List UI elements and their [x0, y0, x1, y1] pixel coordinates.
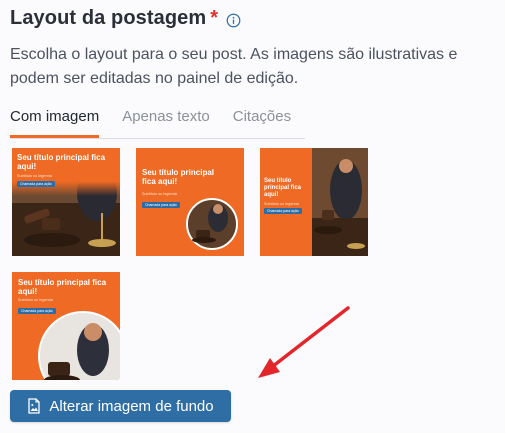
template-subtitle: Subtítulo ou legenda	[18, 298, 53, 302]
info-circle-icon[interactable]	[226, 13, 241, 28]
template-cta: Chamada para ação	[264, 208, 302, 214]
template-subtitle: Subtítulo ou legenda	[142, 192, 177, 196]
tab-apenas-texto[interactable]: Apenas texto	[122, 108, 210, 138]
layout-tabs: Com imagem Apenas texto Citações	[10, 108, 305, 139]
template-subtitle: Subtítulo ou legenda	[17, 174, 52, 178]
template-cta: Chamada para ação	[142, 202, 180, 208]
tab-citacoes[interactable]: Citações	[233, 108, 291, 138]
template-title: Seu título principal fica aqui!	[142, 168, 215, 186]
template-title: Seu título principal fica aqui!	[264, 178, 302, 198]
template-thumbnail-4[interactable]: Seu título principal fica aqui! Subtítul…	[12, 272, 120, 380]
section-description: Escolha o layout para o seu post. As ima…	[10, 46, 458, 87]
template-cta: Chamada para ação	[17, 181, 55, 187]
template-photo-round	[186, 198, 238, 250]
template-title: Seu título principal fica aqui!	[17, 153, 106, 171]
tab-com-imagem[interactable]: Com imagem	[10, 108, 100, 138]
required-mark: *	[210, 7, 219, 29]
template-thumbnail-2[interactable]: Seu título principal fica aqui! Subtítul…	[136, 148, 244, 256]
section-heading: Layout da postagem *	[10, 7, 241, 30]
template-photo-round	[38, 311, 120, 380]
template-title: Seu título principal fica aqui!	[18, 278, 107, 296]
red-arrow-indicator	[258, 306, 350, 378]
template-photo	[312, 148, 368, 256]
template-thumbnail-3[interactable]: Seu título principal fica aqui! Subtítul…	[260, 148, 368, 256]
template-subtitle: Subtítulo ou legenda	[264, 202, 299, 206]
template-thumbnail-1[interactable]: Seu título principal fica aqui! Subtítul…	[12, 148, 120, 256]
section-title: Layout da postagem	[10, 7, 207, 29]
file-image-icon	[28, 398, 41, 414]
change-background-image-button[interactable]: Alterar imagem de fundo	[10, 390, 231, 422]
change-background-image-label: Alterar imagem de fundo	[49, 397, 214, 415]
